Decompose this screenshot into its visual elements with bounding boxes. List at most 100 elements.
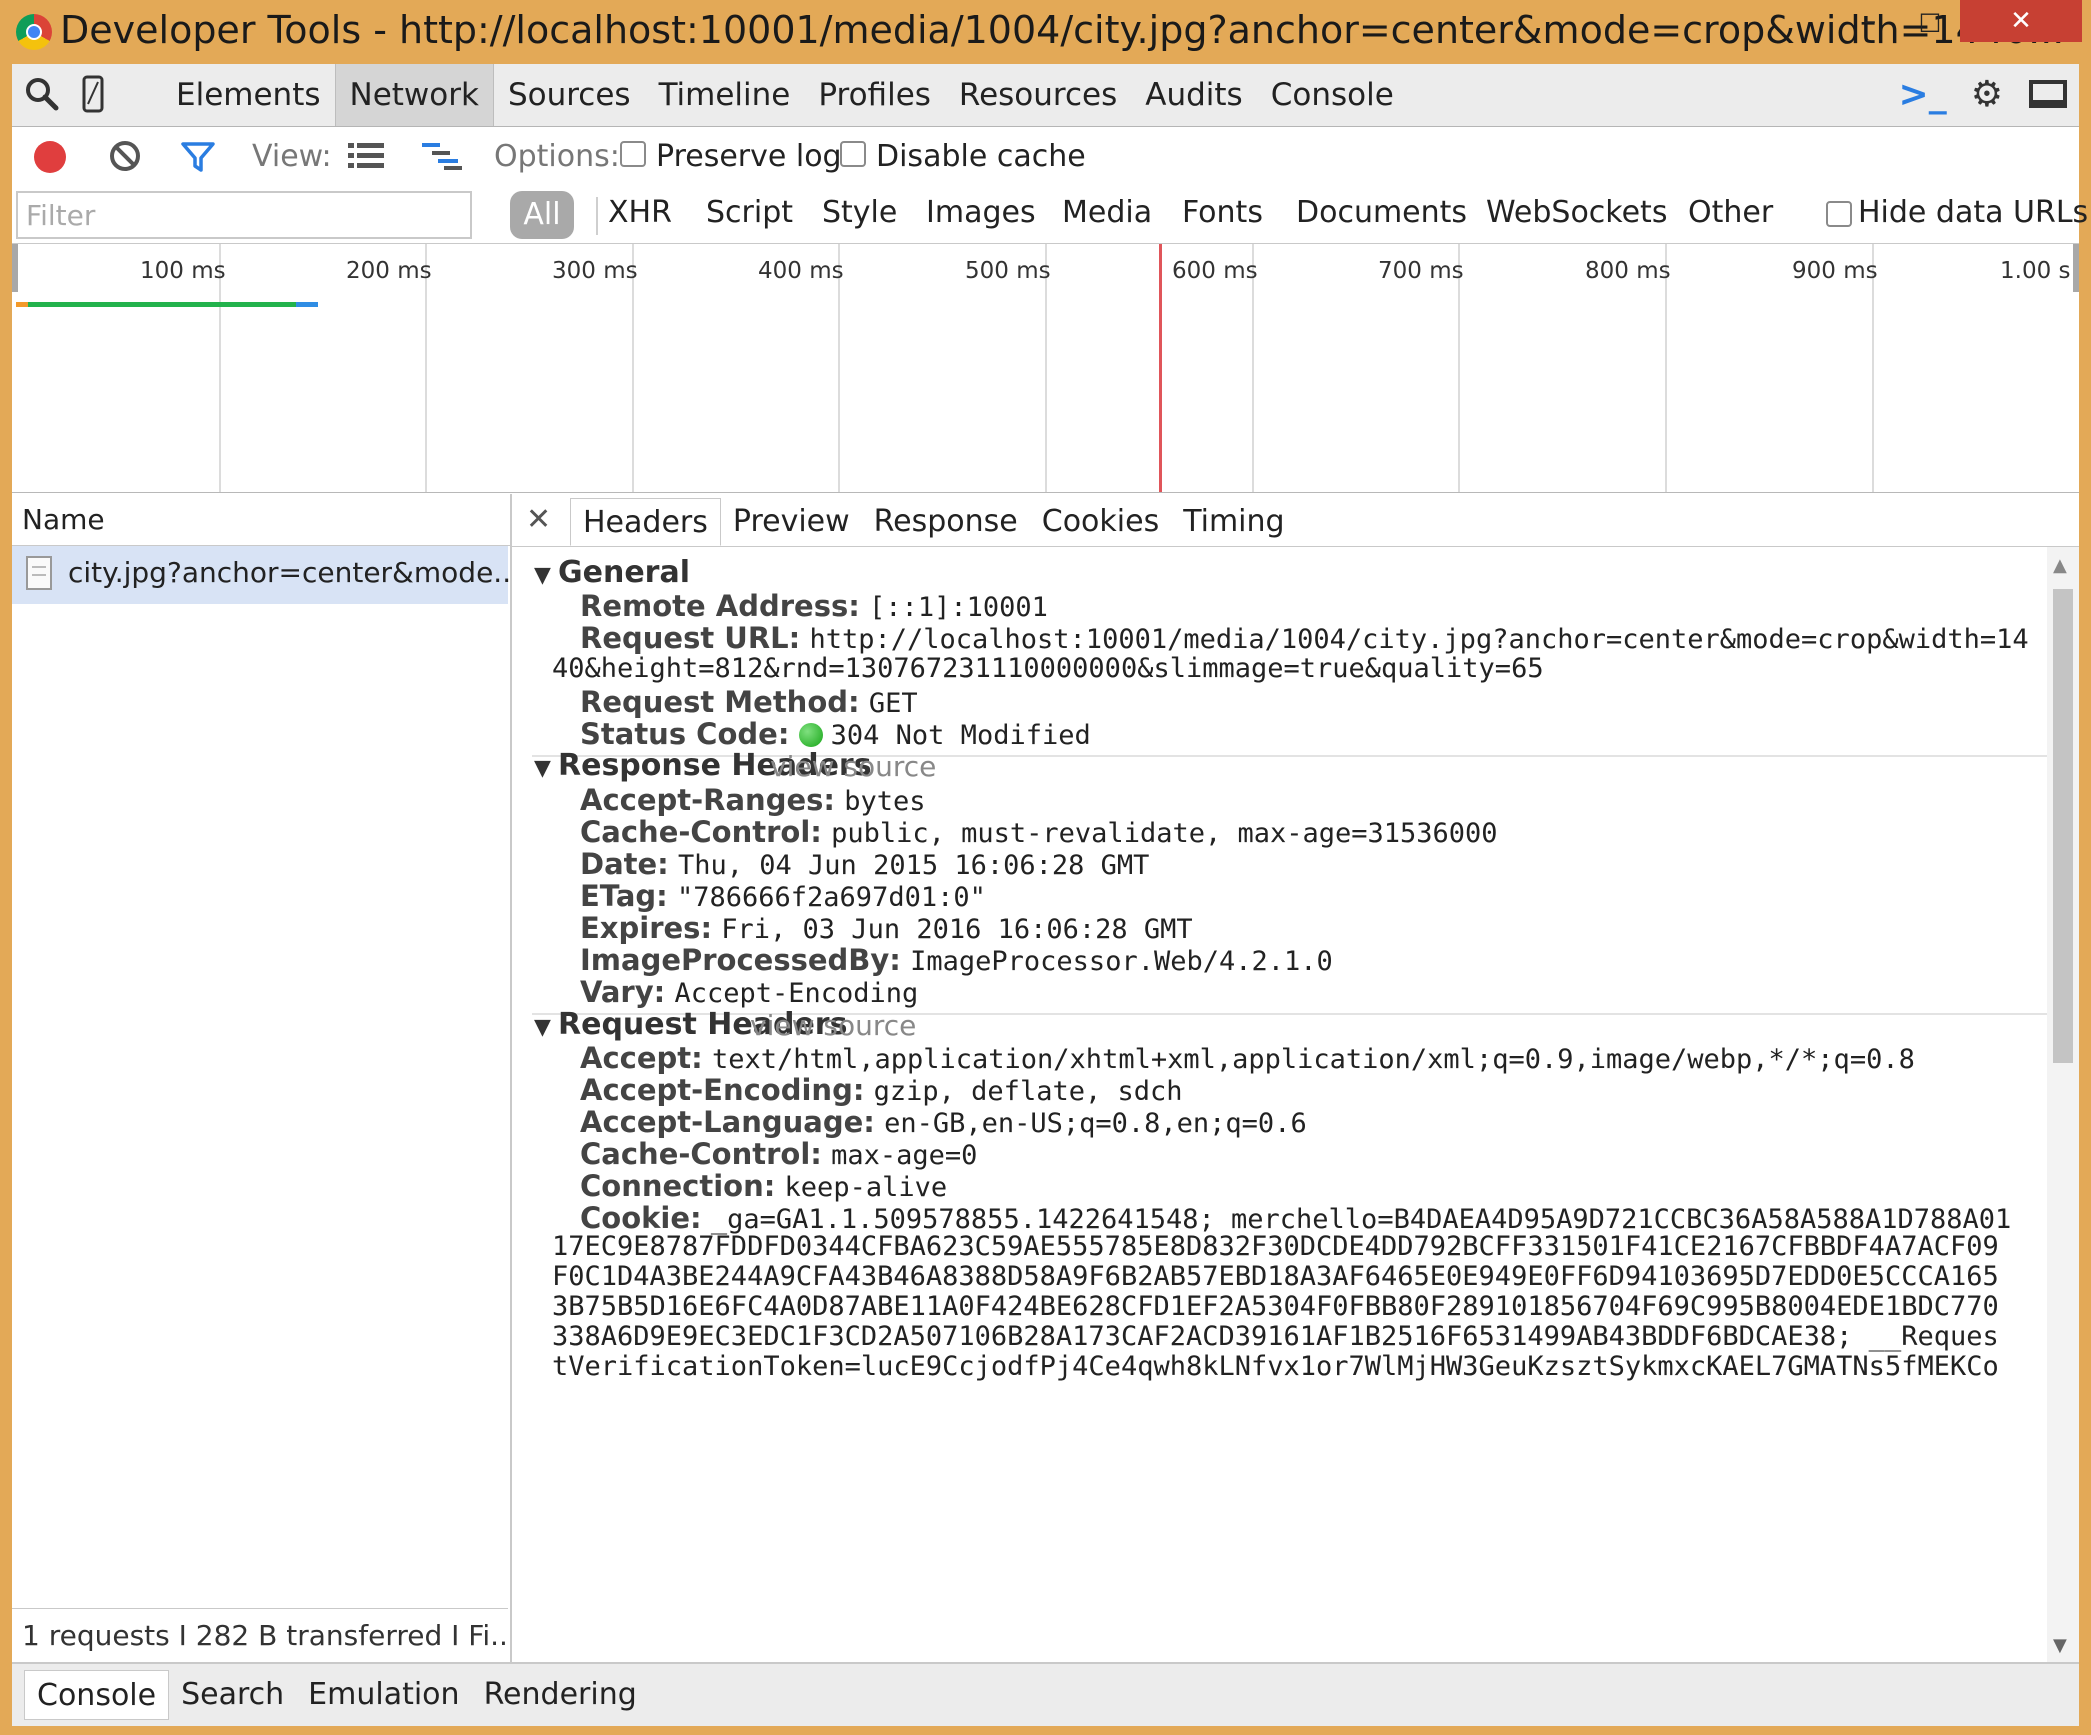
tab-headers[interactable]: Headers [570, 498, 721, 546]
filter-type-script[interactable]: Script [706, 195, 793, 230]
scrollbar-thumb[interactable] [2053, 589, 2073, 1063]
scroll-up-arrow-icon[interactable]: ▲ [2053, 555, 2067, 576]
tab-console[interactable]: Console [1257, 64, 1408, 126]
header-remote-address: Remote Address: [::1]:10001 [580, 589, 1048, 623]
detail-tab-bar: ✕ Headers Preview Response Cookies Timin… [512, 494, 2079, 547]
header-key: Cache-Control: [580, 815, 822, 849]
section-title: General [558, 555, 690, 590]
panel-tabs: Elements Network Sources Timeline Profil… [162, 64, 1408, 126]
title-bar: Developer Tools - http://localhost:10001… [0, 0, 2091, 64]
header-request-url: Request URL: http://localhost:10001/medi… [580, 621, 2029, 655]
disable-cache-checkbox[interactable] [840, 141, 866, 167]
header-key: Accept-Encoding: [580, 1073, 865, 1107]
headers-scrollbar[interactable]: ▲ ▼ [2047, 547, 2079, 1662]
request-timing-bar [16, 302, 28, 307]
tab-timing[interactable]: Timing [1171, 498, 1296, 546]
header-value: keep-alive [784, 1172, 948, 1203]
tab-preview[interactable]: Preview [721, 498, 862, 546]
header-image-processed-by: ImageProcessedBy: ImageProcessor.Web/4.2… [580, 943, 1333, 977]
chrome-logo-icon [16, 14, 52, 50]
tick-label: 800 ms [1585, 258, 1671, 284]
filter-separator [596, 197, 598, 235]
header-value: 304 Not Modified [830, 720, 1091, 751]
header-value: http://localhost:10001/media/1004/city.j… [809, 624, 2029, 655]
header-key: Status Code: [580, 717, 790, 751]
header-value: Thu, 04 Jun 2015 16:06:28 GMT [678, 850, 1150, 881]
view-source-link[interactable]: view source [750, 1009, 916, 1042]
filter-input[interactable] [16, 191, 472, 239]
scroll-down-arrow-icon[interactable]: ▼ [2053, 1635, 2067, 1656]
tab-elements[interactable]: Elements [162, 64, 335, 126]
console-drawer-icon[interactable]: >_ [1899, 70, 1947, 120]
tab-profiles[interactable]: Profiles [804, 64, 945, 126]
tab-timeline[interactable]: Timeline [645, 64, 805, 126]
filter-type-xhr[interactable]: XHR [608, 195, 672, 230]
timeline-overview[interactable]: 100 ms 200 ms 300 ms 400 ms 500 ms 600 m… [12, 243, 2079, 493]
preserve-log-checkbox[interactable] [620, 141, 646, 167]
drawer-tab-rendering[interactable]: Rendering [472, 1670, 649, 1720]
header-accept-ranges: Accept-Ranges: bytes [580, 783, 925, 817]
request-summary: 1 requests I 282 B transferred I Fi... [12, 1608, 508, 1662]
tab-network[interactable]: Network [334, 64, 494, 126]
filter-type-images[interactable]: Images [926, 195, 1036, 230]
header-vary: Vary: Accept-Encoding [580, 975, 918, 1009]
minimize-button[interactable]: – [1840, 0, 1900, 42]
filter-type-style[interactable]: Style [822, 195, 897, 230]
overview-right-handle[interactable] [2073, 244, 2079, 292]
drawer-tab-emulation[interactable]: Emulation [296, 1670, 471, 1720]
hide-data-urls-label: Hide data URLs [1858, 195, 2089, 230]
header-key: Remote Address: [580, 589, 860, 623]
header-status-code: Status Code: 304 Not Modified [580, 717, 1091, 751]
tab-cookies[interactable]: Cookies [1030, 498, 1171, 546]
filter-type-other[interactable]: Other [1688, 195, 1773, 230]
tick-label: 100 ms [140, 258, 226, 284]
tab-sources[interactable]: Sources [494, 64, 645, 126]
hide-data-urls-checkbox[interactable] [1826, 201, 1852, 227]
filter-type-websockets[interactable]: WebSockets [1486, 195, 1667, 230]
tab-response[interactable]: Response [862, 498, 1030, 546]
header-value: gzip, deflate, sdch [873, 1076, 1183, 1107]
view-source-link[interactable]: view source [770, 750, 936, 783]
drawer-tab-search[interactable]: Search [169, 1670, 296, 1720]
header-cache-control: Cache-Control: public, must-revalidate, … [580, 815, 1498, 849]
header-key: Accept-Language: [580, 1105, 875, 1139]
header-key: Connection: [580, 1169, 776, 1203]
record-icon[interactable] [34, 141, 66, 173]
header-accept-encoding: Accept-Encoding: gzip, deflate, sdch [580, 1073, 1183, 1107]
request-timing-bar [296, 302, 318, 307]
header-value: en-GB,en-US;q=0.8,en;q=0.6 [884, 1108, 1307, 1139]
device-mode-icon[interactable] [78, 74, 108, 114]
list-view-icon[interactable] [348, 141, 384, 171]
header-value: GET [868, 688, 918, 719]
header-key: Cookie: [580, 1201, 702, 1235]
filter-type-media[interactable]: Media [1062, 195, 1152, 230]
filter-icon[interactable] [180, 139, 216, 175]
header-connection: Connection: keep-alive [580, 1169, 947, 1203]
filter-type-documents[interactable]: Documents [1296, 195, 1467, 230]
request-row[interactable]: city.jpg?anchor=center&mode... [12, 546, 520, 604]
close-window-button[interactable]: ✕ [1960, 0, 2082, 42]
tab-resources[interactable]: Resources [945, 64, 1131, 126]
tick-label: 900 ms [1792, 258, 1878, 284]
overview-left-handle[interactable] [12, 244, 18, 292]
close-icon[interactable]: ✕ [526, 498, 551, 542]
section-general[interactable]: ▼ General [534, 555, 690, 590]
dock-icon[interactable] [2027, 70, 2071, 120]
filter-type-all[interactable]: All [510, 191, 574, 239]
search-icon[interactable] [22, 74, 62, 114]
tick-label: 200 ms [346, 258, 432, 284]
filter-type-fonts[interactable]: Fonts [1182, 195, 1263, 230]
header-value: ImageProcessor.Web/4.2.1.0 [910, 946, 1333, 977]
header-value: max-age=0 [831, 1140, 978, 1171]
gear-icon[interactable]: ⚙ [1971, 70, 2003, 120]
collapse-triangle-icon: ▼ [534, 756, 551, 781]
drawer-tab-console[interactable]: Console [24, 1670, 170, 1720]
options-label: Options: [494, 139, 620, 174]
tab-audits[interactable]: Audits [1131, 64, 1256, 126]
header-cache-control: Cache-Control: max-age=0 [580, 1137, 977, 1171]
header-value: text/html,application/xhtml+xml,applicat… [711, 1044, 1915, 1075]
waterfall-view-icon[interactable] [422, 141, 462, 171]
maximize-button[interactable]: □ [1900, 0, 1960, 42]
column-header-name[interactable]: Name [12, 494, 510, 546]
clear-icon[interactable] [108, 139, 142, 173]
